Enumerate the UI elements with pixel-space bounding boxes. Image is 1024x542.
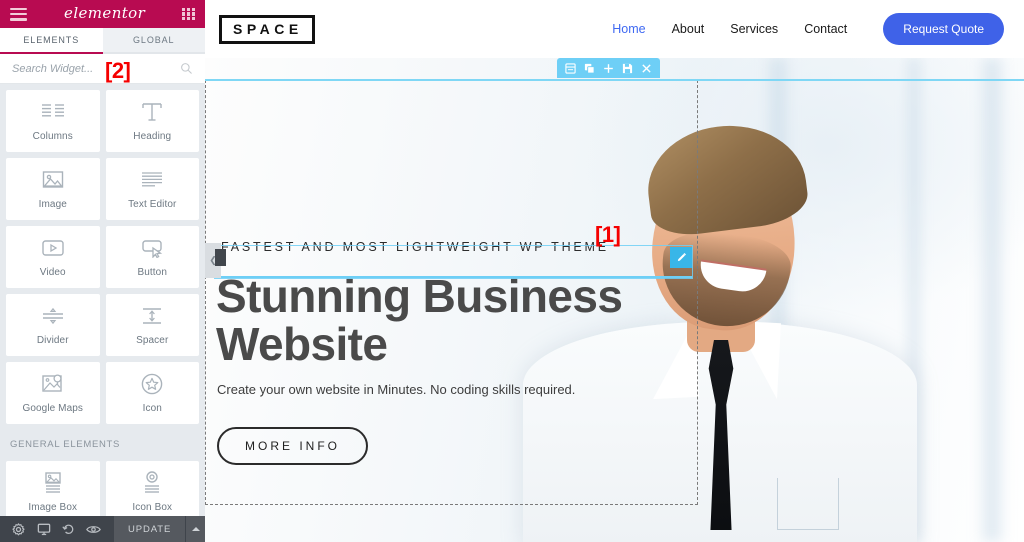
widget-text-editor[interactable]: Text Editor xyxy=(105,158,199,220)
hero-headline[interactable]: Stunning Business Website xyxy=(211,272,711,368)
image-icon xyxy=(42,168,64,192)
hamburger-icon[interactable] xyxy=(10,7,27,21)
spacer-icon xyxy=(140,304,164,328)
widget-label: Image Box xyxy=(28,502,78,513)
update-button[interactable]: UPDATE xyxy=(114,516,186,542)
widget-icon[interactable]: Icon xyxy=(105,362,199,424)
widget-label: Icon Box xyxy=(132,502,173,513)
video-play-icon xyxy=(41,236,65,260)
widget-button[interactable]: Button xyxy=(105,226,199,288)
elementor-panel: elementor ELEMENTS GLOBAL Search Widget.… xyxy=(0,0,205,542)
widget-label: Icon xyxy=(142,403,162,414)
widget-drag-handle[interactable] xyxy=(215,249,226,266)
site-logo[interactable]: SPACE xyxy=(219,14,315,44)
panel-footer: UPDATE xyxy=(0,516,205,542)
widget-label: Heading xyxy=(133,131,172,142)
star-circle-icon xyxy=(140,372,164,396)
widget-label: Text Editor xyxy=(128,199,177,210)
save-section-icon[interactable] xyxy=(618,58,637,78)
settings-gear-icon[interactable] xyxy=(6,516,31,542)
site-header: SPACE Home About Services Contact Reques… xyxy=(205,0,1024,58)
hero-subline[interactable]: Create your own website in Minutes. No c… xyxy=(211,382,711,397)
text-editor-icon xyxy=(140,168,164,192)
widget-columns[interactable]: Columns xyxy=(6,90,100,152)
caret-up-icon[interactable] xyxy=(186,516,205,542)
elementor-logo: elementor xyxy=(64,4,146,22)
widget-label: Image xyxy=(38,199,67,210)
add-section-icon[interactable] xyxy=(599,58,618,78)
request-quote-button[interactable]: Request Quote xyxy=(883,13,1004,45)
widget-heading[interactable]: Heading xyxy=(105,90,199,152)
widget-image-box[interactable]: Image Box xyxy=(6,461,100,516)
preview-eye-icon[interactable] xyxy=(81,516,106,542)
widget-google-maps[interactable]: Google Maps xyxy=(6,362,100,424)
duplicate-section-icon[interactable] xyxy=(580,58,599,78)
edit-section-icon[interactable] xyxy=(561,58,580,78)
section-top-highlight xyxy=(205,79,1024,81)
widget-label: Google Maps xyxy=(22,403,84,414)
nav-item-about[interactable]: About xyxy=(672,22,705,36)
widget-label: Spacer xyxy=(136,335,169,346)
widget-video[interactable]: Video xyxy=(6,226,100,288)
widget-label: Video xyxy=(39,267,66,278)
section-toolbar xyxy=(557,58,660,78)
annotation-marker-2: [2] xyxy=(105,58,131,83)
widget-icon-box[interactable]: Icon Box xyxy=(105,461,199,516)
tab-elements[interactable]: ELEMENTS xyxy=(0,28,103,54)
widget-label: Columns xyxy=(32,131,73,142)
elementor-editor-window: elementor ELEMENTS GLOBAL Search Widget.… xyxy=(0,0,1024,542)
divider-icon xyxy=(41,304,65,328)
heading-t-icon xyxy=(141,100,163,124)
annotation-marker-1: [1] xyxy=(595,222,621,247)
delete-section-icon[interactable] xyxy=(637,58,656,78)
heading-widget-underline xyxy=(215,248,692,278)
hero-section[interactable]: FASTEST AND MOST LIGHTWEIGHT WP THEME St… xyxy=(205,58,1024,542)
nav-item-services[interactable]: Services xyxy=(730,22,778,36)
widget-image[interactable]: Image xyxy=(6,158,100,220)
widget-spacer[interactable]: Spacer xyxy=(105,294,199,356)
nav-item-contact[interactable]: Contact xyxy=(804,22,847,36)
more-info-button[interactable]: MORE INFO xyxy=(217,427,368,465)
tab-global[interactable]: GLOBAL xyxy=(102,28,205,54)
panel-header: elementor xyxy=(0,0,205,28)
site-nav: Home About Services Contact Request Quot… xyxy=(612,13,1004,45)
widget-list[interactable]: Columns Heading Image Text Editor Video … xyxy=(0,84,205,516)
pencil-edit-icon[interactable] xyxy=(670,247,692,268)
button-cursor-icon xyxy=(140,236,164,260)
search-icon[interactable] xyxy=(180,62,193,75)
icon-box-icon xyxy=(140,471,164,495)
preview-canvas: SPACE Home About Services Contact Reques… xyxy=(205,0,1024,542)
panel-tabs: ELEMENTS GLOBAL xyxy=(0,28,205,54)
image-box-icon xyxy=(41,471,65,495)
widget-label: Divider xyxy=(36,335,69,346)
widget-divider[interactable]: Divider xyxy=(6,294,100,356)
grid-apps-icon[interactable] xyxy=(182,7,195,21)
responsive-monitor-icon[interactable] xyxy=(31,516,56,542)
google-maps-pin-icon xyxy=(41,372,65,396)
widget-search-bar xyxy=(0,54,205,84)
widget-group-title: GENERAL ELEMENTS xyxy=(10,439,121,450)
search-input[interactable] xyxy=(12,62,180,75)
columns-icon xyxy=(41,100,65,124)
nav-item-home[interactable]: Home xyxy=(612,22,645,36)
history-revert-icon[interactable] xyxy=(56,516,81,542)
widget-label: Button xyxy=(137,267,167,278)
